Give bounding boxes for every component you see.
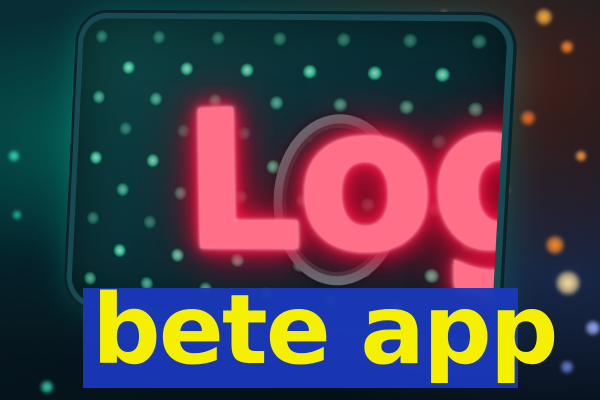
backlight-dot <box>272 31 287 47</box>
bokeh-light <box>575 150 587 162</box>
backlight-dot <box>471 34 488 50</box>
bokeh-light <box>8 150 20 162</box>
backlight-dot <box>113 243 127 258</box>
bokeh-light <box>555 270 581 296</box>
backlight-dot <box>170 247 185 263</box>
backlight-dot <box>143 214 157 230</box>
backlight-dot <box>336 32 352 48</box>
backlight-dot <box>122 60 136 75</box>
caption-text: bete app <box>92 274 558 386</box>
backlight-dot <box>149 92 163 106</box>
backlight-dot <box>89 150 103 165</box>
backlight-dot <box>146 153 160 168</box>
bokeh-light <box>440 10 448 18</box>
bokeh-light <box>520 110 536 126</box>
backlight-dot <box>119 121 133 136</box>
backlight-dot <box>116 182 130 197</box>
neon-login-text: Login <box>180 40 509 307</box>
bokeh-light <box>12 210 22 220</box>
bokeh-light <box>545 235 565 255</box>
bokeh-light <box>40 380 54 394</box>
backlight-dot <box>92 90 106 104</box>
backlight-dot <box>152 30 166 45</box>
backlight-dot <box>211 31 226 46</box>
backlight-dot <box>402 33 418 49</box>
photo-scene: Login bete app <box>0 0 600 400</box>
bokeh-light <box>585 320 600 336</box>
bokeh-light <box>560 40 574 54</box>
backlight-dot <box>95 29 109 44</box>
bokeh-light <box>560 360 574 374</box>
bokeh-light <box>500 185 510 195</box>
bokeh-light <box>535 8 553 26</box>
backlight-dot <box>86 210 100 226</box>
